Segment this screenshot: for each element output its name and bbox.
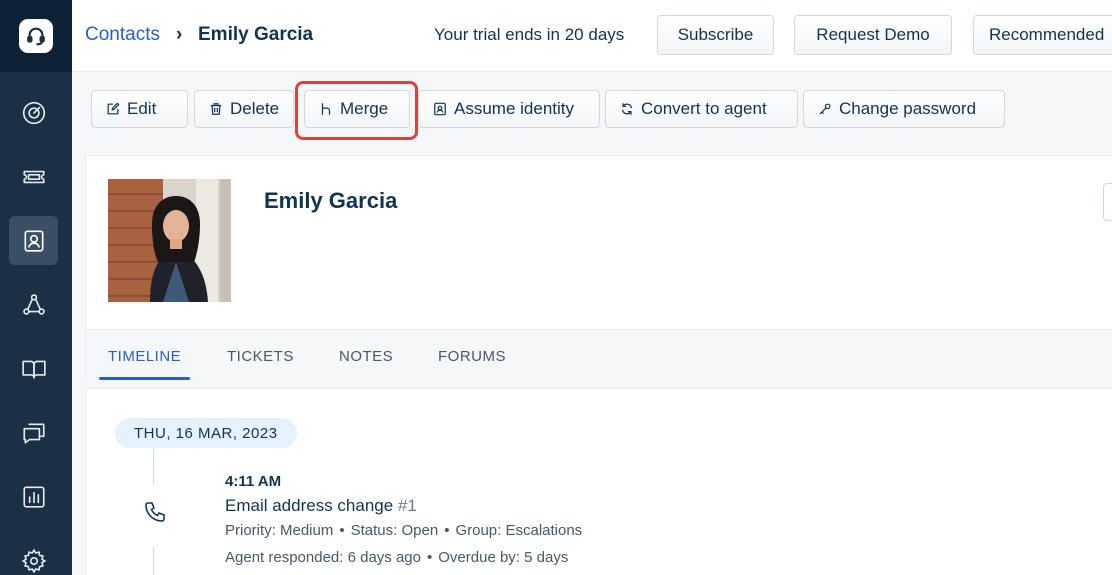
app-logo[interactable] bbox=[0, 0, 72, 72]
overdue-by: Overdue by: 5 days bbox=[438, 549, 569, 566]
gear-icon bbox=[21, 548, 46, 573]
breadcrumb-contacts-link[interactable]: Contacts bbox=[85, 24, 160, 46]
sidebar-item-contacts[interactable] bbox=[9, 216, 58, 265]
sidebar-item-reports[interactable] bbox=[9, 472, 58, 521]
dashboard-icon bbox=[22, 101, 45, 124]
forums-icon bbox=[22, 423, 45, 444]
headset-logo-icon bbox=[19, 19, 53, 53]
ticket-subject: Email address change bbox=[225, 496, 394, 515]
merge-button[interactable]: Merge bbox=[304, 90, 410, 128]
request-demo-button[interactable]: Request Demo bbox=[794, 15, 952, 55]
tab-tickets[interactable]: TICKETS bbox=[227, 348, 294, 365]
contacts-icon bbox=[24, 229, 43, 252]
convert-to-agent-button[interactable]: Convert to agent bbox=[605, 90, 798, 128]
identity-card-icon bbox=[434, 102, 446, 116]
contact-name: Emily Garcia bbox=[264, 188, 398, 213]
ticket-properties: Priority: Medium • Status: Open • Group: Esc… bbox=[225, 522, 583, 539]
active-tab-indicator bbox=[99, 377, 190, 380]
contact-avatar bbox=[108, 179, 231, 302]
merge-icon bbox=[321, 103, 331, 115]
contact-tabs: TIMELINE TICKETS NOTES FORUMS bbox=[86, 329, 1112, 381]
top-header: Contacts › Emily Garcia Your trial ends … bbox=[72, 0, 1112, 72]
timeline-panel: THU, 16 MAR, 2023 4:11 AM Email address … bbox=[85, 388, 1112, 575]
sidebar-item-admin[interactable] bbox=[9, 536, 58, 575]
event-time: 4:11 AM bbox=[225, 473, 282, 490]
change-password-label: Change password bbox=[839, 99, 977, 118]
recommended-button[interactable]: Recommended bbox=[973, 15, 1112, 55]
card-action-button[interactable] bbox=[1103, 183, 1112, 221]
ticket-status: Status: Open bbox=[350, 522, 439, 539]
edit-label: Edit bbox=[127, 99, 157, 118]
convert-to-agent-label: Convert to agent bbox=[641, 99, 767, 118]
subscribe-button[interactable]: Subscribe bbox=[657, 15, 774, 55]
change-password-button[interactable]: Change password bbox=[803, 90, 1005, 128]
ticket-id: #1 bbox=[397, 496, 417, 515]
sidebar-item-solutions[interactable] bbox=[9, 344, 58, 393]
ticket-group: Group: Escalations bbox=[455, 522, 583, 539]
tab-notes[interactable]: NOTES bbox=[339, 348, 393, 365]
tickets-icon bbox=[22, 170, 45, 183]
assume-identity-label: Assume identity bbox=[454, 99, 574, 118]
timeline-connector-lower bbox=[153, 546, 154, 575]
timeline-date-badge: THU, 16 MAR, 2023 bbox=[115, 418, 297, 448]
ticket-priority: Priority: Medium bbox=[225, 522, 334, 539]
trash-icon bbox=[210, 103, 222, 115]
sidebar bbox=[0, 0, 72, 575]
timeline-connector bbox=[153, 448, 154, 484]
convert-icon bbox=[622, 103, 632, 115]
edit-button[interactable]: Edit bbox=[91, 90, 188, 128]
sidebar-item-social[interactable] bbox=[9, 280, 58, 329]
trial-notice: Your trial ends in 20 days bbox=[434, 25, 625, 44]
delete-button[interactable]: Delete bbox=[194, 90, 294, 128]
breadcrumb-separator: › bbox=[176, 24, 183, 45]
merge-label: Merge bbox=[340, 99, 389, 118]
contact-profile-card: Emily Garcia TIMELINE TICKETS NOTES FORU… bbox=[85, 155, 1112, 381]
reports-icon bbox=[22, 485, 45, 508]
agent-responded: Agent responded: 6 days ago bbox=[225, 549, 421, 566]
ticket-sla-info: Agent responded: 6 days ago • Overdue by: … bbox=[225, 549, 569, 566]
sidebar-item-forums[interactable] bbox=[9, 408, 58, 457]
ticket-subject-link[interactable]: Email address change #1 bbox=[225, 496, 417, 516]
sidebar-item-tickets[interactable] bbox=[9, 152, 58, 201]
tab-timeline[interactable]: TIMELINE bbox=[108, 348, 181, 365]
sidebar-item-dashboard[interactable] bbox=[9, 88, 58, 137]
solutions-icon bbox=[21, 360, 46, 378]
social-icon bbox=[22, 293, 45, 315]
contact-actions-toolbar: Edit Delete Merge Assume identity Conver… bbox=[72, 72, 1112, 146]
breadcrumb-current: Emily Garcia bbox=[198, 24, 314, 45]
assume-identity-button[interactable]: Assume identity bbox=[418, 90, 600, 128]
key-icon bbox=[819, 103, 831, 115]
tab-forums[interactable]: FORUMS bbox=[438, 348, 506, 365]
delete-label: Delete bbox=[230, 99, 280, 118]
phone-icon bbox=[145, 502, 165, 522]
edit-icon bbox=[107, 102, 120, 115]
